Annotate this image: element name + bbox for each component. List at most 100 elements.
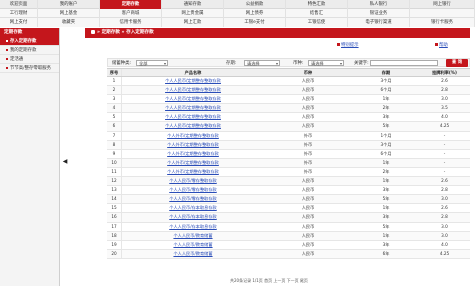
product-name-link[interactable]: 个人人民币/定期整存整取存款 [123,113,263,121]
currency-select-value: 请选择 [311,61,324,66]
nav-item[interactable]: 网上债券 [224,9,286,18]
header-currency: 币种 [303,70,313,75]
help-link[interactable]: 帮助 [435,42,448,48]
row-currency: 外币 [303,168,313,174]
product-name-link[interactable]: 个人外币/定期整存整取存款 [123,141,263,149]
product-name-link[interactable]: 个人外币/定期整存整取存款 [123,159,263,167]
collapse-sidebar-icon[interactable]: ◀ [61,150,69,174]
currency-select[interactable]: 请选择 ▾ [308,60,344,66]
nav-item[interactable]: 收藏夹 [38,18,100,27]
nav-item[interactable]: 工行理财 [0,9,38,18]
nav-item[interactable]: 工银信使 [286,18,348,27]
term-select[interactable]: 请选择 ▾ [244,60,280,66]
nav-item [410,9,475,18]
row-term: 2年 [382,105,390,111]
nav-item[interactable]: 客户商城 [100,9,162,18]
row-currency: 人民币 [301,105,315,111]
row-no: 20 [107,249,122,258]
table-row: 2 个人人民币/定期整存整取存款 人民币 6个月 2.8 [107,86,470,96]
nav-item[interactable]: 定期存款 [100,0,162,9]
product-name-link[interactable]: 个人外币/定期整存整取存款 [123,168,263,176]
product-name-link[interactable]: 个人人民币/零存整取存款 [123,186,263,194]
row-term: 3个月 [380,141,392,147]
product-name-link[interactable]: 个人人民币/定期整存整取存款 [123,86,263,94]
row-no: 7 [107,131,122,140]
nav-item[interactable]: 网上汇款 [162,18,224,27]
chevron-down-icon: ▾ [163,61,166,66]
product-name-link[interactable]: 个人人民币/定期整存整取存款 [123,77,263,85]
keyword-label: 关键字: [354,61,369,66]
product-name-link[interactable]: 个人人民币/定期整存整取存款 [123,95,263,103]
sidebar-item[interactable]: 节节高/整存零取服务 [0,64,59,73]
nav-item[interactable]: 网上银行 [410,0,475,9]
product-name-link[interactable]: 个人外币/定期整存整取存款 [123,150,263,158]
row-no: 1 [107,77,122,86]
product-name-link[interactable]: 个人人民币/存本取息存款 [123,223,263,231]
row-term: 1年 [382,178,390,184]
sidebar-item[interactable]: 存入定期存款 [0,37,59,46]
products-table: 序号 产品名称 币种 存期 挂牌利率(%) 1 个人人民币/定期整存整取存款 人民币… [107,68,470,259]
sidebar-title: 定期存款 [0,28,59,37]
product-name-link[interactable]: 个人人民币/教育储蓄 [123,241,263,249]
nav-item[interactable]: 私人银行 [348,0,410,9]
product-name-link[interactable]: 个人人民币/定期整存整取存款 [123,122,263,130]
row-rate: 2.6 [441,78,448,83]
currency-label: 币种: [293,61,304,66]
home-icon [91,29,95,34]
row-term: 2年 [382,168,390,174]
nav-item[interactable]: 银行卡服务 [410,18,475,27]
nav-item[interactable]: 通知存款 [162,0,224,9]
row-term: 5年 [382,123,390,129]
nav-item[interactable]: 结售汇 [286,9,348,18]
table-row: 5 个人人民币/定期整存整取存款 人民币 3年 4.0 [107,113,470,123]
row-no: 13 [107,186,122,195]
row-term: 6年 [382,250,390,256]
row-no: 10 [107,158,122,167]
help-link-label: 帮助 [439,43,448,48]
row-rate: 4.0 [441,241,448,247]
nav-item[interactable]: 电子银行渠道 [348,18,410,27]
product-name-link[interactable]: 个人人民币/存本取息存款 [123,213,263,221]
row-term: 1个月 [380,132,392,138]
nav-item[interactable]: 银证业务 [348,9,410,18]
product-name-link[interactable]: 个人外币/定期整存整取存款 [123,132,263,140]
nav-item[interactable]: 信用卡服务 [100,18,162,27]
nav-item[interactable]: 公益捐款 [224,0,286,9]
type-select[interactable]: 全部 ▾ [136,60,168,66]
row-term: 1年 [382,96,390,102]
breadcrumb-text: » 定期存款 » 存入定期存款 [97,30,154,35]
header-name: 产品名称 [184,70,202,75]
nav-item[interactable]: 网上支付 [0,18,38,27]
nav-item[interactable]: 工银e支付 [224,18,286,27]
product-name-link[interactable]: 个人人民币/教育储蓄 [123,232,263,240]
nav-item[interactable]: 特色汇款 [286,0,348,9]
sidebar-item[interactable]: 我的定期存款 [0,46,59,55]
row-currency: 人民币 [301,96,315,102]
product-name-link[interactable]: 个人人民币/定期整存整取存款 [123,104,263,112]
row-currency: 人民币 [301,123,315,129]
pagination: 共20条记录 1/1页 首页 上一页 下一页 尾页 [230,278,308,283]
product-name-link[interactable]: 个人人民币/零存整取存款 [123,195,263,203]
breadcrumb: » 定期存款 » 存入定期存款 [85,28,470,38]
search-button[interactable]: 查 询 [446,59,468,67]
guide-link[interactable]: 特别提示 [337,42,359,48]
nav-item[interactable]: 我的账户 [38,0,100,9]
sidebar-item[interactable]: 定活通 [0,55,59,64]
row-term: 6个月 [380,150,392,156]
nav-item[interactable]: 欢迎页面 [0,0,38,9]
product-name-link[interactable]: 个人人民币/存本取息存款 [123,204,263,212]
row-rate: 3.0 [441,223,448,229]
term-select-value: 请选择 [247,61,260,66]
nav-item[interactable]: 网上基金 [38,9,100,18]
row-no: 19 [107,240,122,249]
guide-link-label: 特别提示 [341,43,359,48]
nav-item[interactable]: 网上贵金属 [162,9,224,18]
row-term: 5年 [382,223,390,229]
table-row: 19 个人人民币/教育储蓄 人民币 3年 4.0 [107,240,470,250]
sidebar-item-label: 我的定期存款 [10,48,37,53]
row-currency: 外币 [303,150,313,156]
keyword-input[interactable] [370,60,438,66]
row-currency: 人民币 [301,187,315,193]
product-name-link[interactable]: 个人人民币/零存整取存款 [123,177,263,185]
product-name-link[interactable]: 个人人民币/教育储蓄 [123,250,263,258]
